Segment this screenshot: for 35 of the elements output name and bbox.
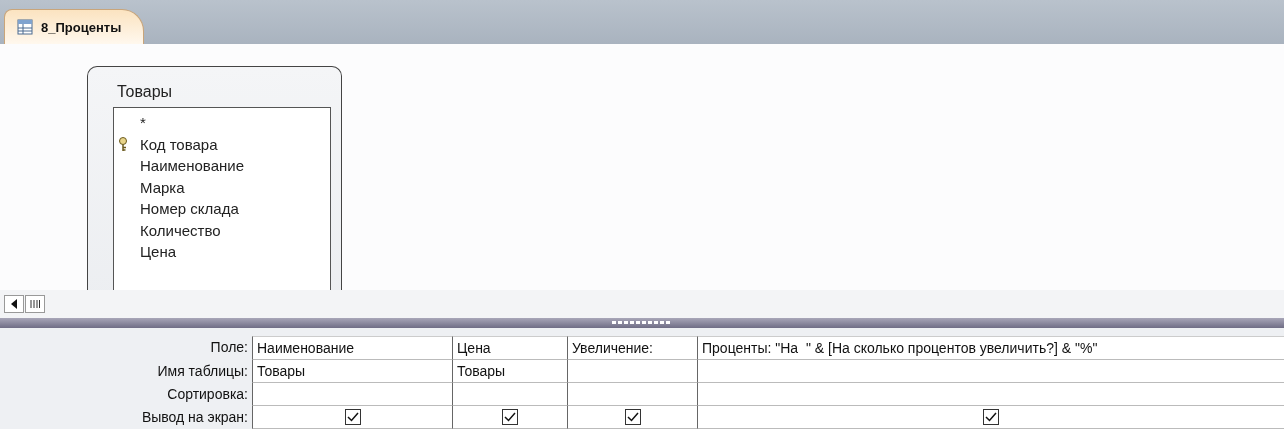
field-item[interactable]: Количество <box>114 219 221 241</box>
row-label: Вывод на экран: <box>140 408 249 427</box>
row-label: Сортировка: <box>166 385 249 404</box>
show-checkbox[interactable] <box>502 409 518 425</box>
field-cell[interactable]: Цена <box>452 336 567 360</box>
field-item[interactable]: * <box>114 112 146 134</box>
row-label: Имя таблицы: <box>156 362 249 381</box>
check-icon <box>504 412 516 422</box>
check-icon <box>626 412 639 422</box>
show-checkbox[interactable] <box>983 409 999 425</box>
table-name-cell[interactable]: Товары <box>252 360 452 383</box>
field-cell[interactable]: Наименование <box>252 336 452 360</box>
check-icon <box>346 412 359 422</box>
field-item[interactable]: Марка <box>114 176 185 198</box>
left-arrow-icon <box>10 299 18 309</box>
grip-lines-icon <box>30 300 40 308</box>
scroll-left-button[interactable] <box>4 295 24 313</box>
field-item[interactable]: Цена <box>114 241 177 263</box>
field-item[interactable]: Код товара <box>114 133 218 155</box>
field-item[interactable]: Наименование <box>114 155 244 177</box>
show-checkbox[interactable] <box>624 409 641 425</box>
scroll-thumb[interactable] <box>25 295 45 313</box>
show-checkbox[interactable] <box>344 409 361 425</box>
query-tab[interactable]: 8_Проценты <box>4 9 145 44</box>
key-icon <box>118 136 128 152</box>
row-label: Поле: <box>209 338 249 357</box>
query-icon <box>17 19 33 35</box>
field-cell[interactable]: Увеличение: <box>567 336 697 360</box>
table-field-list[interactable]: Товары * Код товара Наименование Марка Номер склада Количество Цена <box>87 66 342 290</box>
field-item[interactable]: Номер склада <box>114 198 239 220</box>
field-cell[interactable]: Проценты: "На " & [На сколько процентов увеличить?] & "%" <box>697 336 1284 360</box>
table-title: Товары <box>116 82 173 102</box>
check-icon <box>985 412 997 422</box>
grip-dots-icon <box>612 321 672 325</box>
table-name-cell[interactable]: Товары <box>452 360 567 383</box>
